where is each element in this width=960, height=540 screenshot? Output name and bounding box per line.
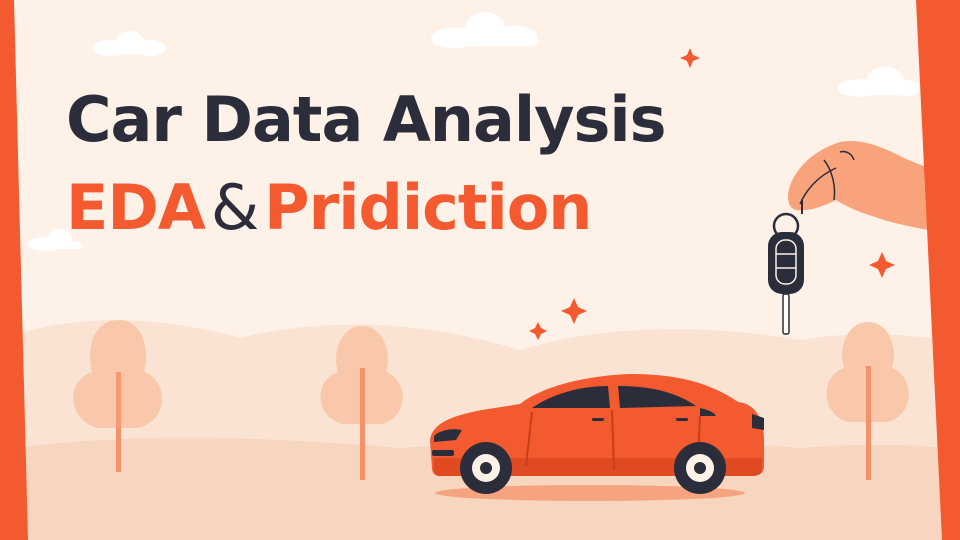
subtitle-prediction: Pridiction — [264, 171, 592, 244]
subtitle-eda: EDA — [66, 171, 206, 244]
page-title: Car Data Analysis — [66, 83, 667, 156]
thumbnail-canvas: Car Data Analysis EDA&Pridiction — [0, 0, 960, 540]
page-subtitle: EDA&Pridiction — [66, 166, 592, 250]
subtitle-ampersand: & — [210, 171, 259, 244]
